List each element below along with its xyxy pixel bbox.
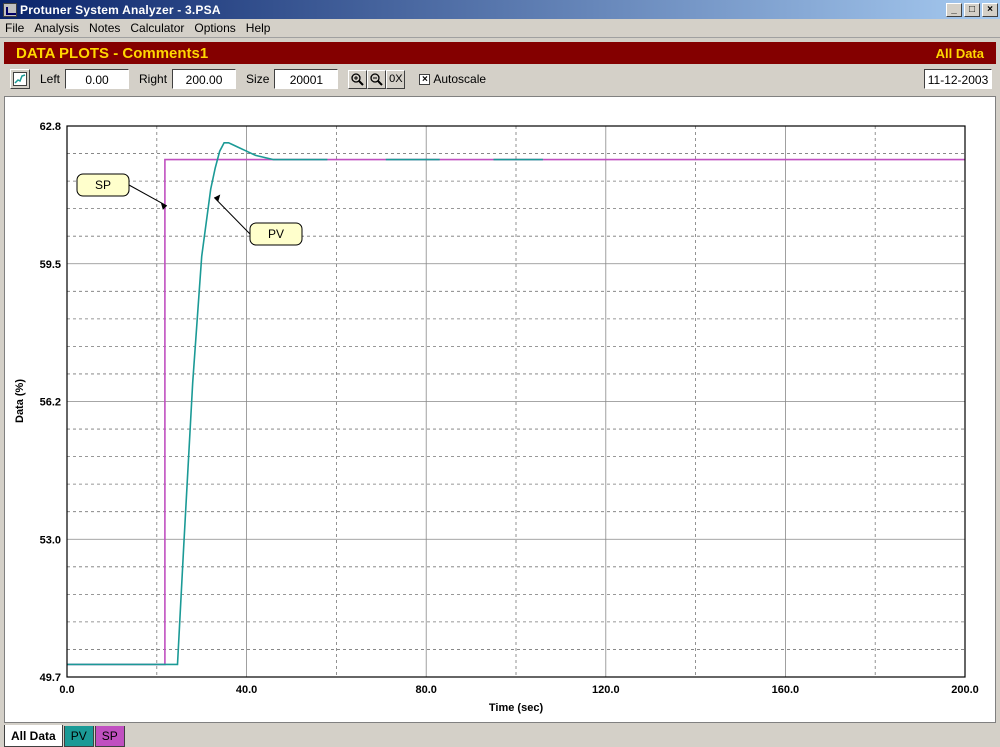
window-title: Protuner System Analyzer - 3.PSA: [20, 2, 221, 17]
right-input[interactable]: 200.00: [172, 69, 237, 89]
minimize-button[interactable]: _: [946, 2, 962, 17]
left-input[interactable]: 0.00: [65, 69, 130, 89]
series-line-pv: [67, 141, 328, 666]
menu-calculator[interactable]: Calculator: [125, 21, 189, 35]
y-tick-label: 53.0: [40, 534, 61, 546]
size-label: Size: [246, 72, 270, 86]
y-tick-label: 56.2: [40, 397, 61, 409]
annotation-leader: [213, 197, 251, 235]
plot-panel[interactable]: 0.0 40.0 80.0 120.0 160.0 200.0 49.7 53.0 56.2 59…: [4, 96, 996, 723]
annotation-arrowhead: [214, 194, 221, 202]
data-scope-label: All Data: [935, 45, 984, 61]
annotation-label-sp: SP: [95, 178, 111, 192]
annotation-leader: [128, 184, 168, 207]
plot-icon[interactable]: [10, 69, 30, 89]
window-titlebar: Protuner System Analyzer - 3.PSA _ □ ×: [0, 0, 1000, 19]
menu-help[interactable]: Help: [241, 21, 276, 35]
menu-notes[interactable]: Notes: [84, 21, 125, 35]
x-tick-label: 200.0: [951, 684, 979, 696]
date-display: 11-12-2003: [924, 69, 992, 89]
tab-pv[interactable]: PV: [63, 726, 94, 747]
menu-file[interactable]: File: [0, 21, 29, 35]
y-tick-label: 59.5: [40, 259, 61, 271]
close-button[interactable]: ×: [982, 2, 998, 17]
data-plot-chart[interactable]: 0.0 40.0 80.0 120.0 160.0 200.0 49.7 53.0 56.2 59…: [5, 97, 995, 722]
x-tick-label: 160.0: [772, 684, 800, 696]
plot-toolbar: Left 0.00 Right 200.00 Size 20001 0X × A…: [4, 66, 996, 92]
right-label: Right: [139, 72, 168, 86]
x-axis-label: Time (sec): [489, 702, 544, 714]
zoom-reset-button[interactable]: 0X: [386, 69, 406, 89]
menu-analysis[interactable]: Analysis: [29, 21, 84, 35]
maximize-button[interactable]: □: [964, 2, 980, 17]
autoscale-label: Autoscale: [433, 72, 487, 86]
x-tick-label: 40.0: [236, 684, 257, 696]
tab-all-data[interactable]: All Data: [4, 725, 63, 747]
y-tick-label: 62.8: [40, 121, 61, 133]
left-label: Left: [40, 72, 61, 86]
tab-sp[interactable]: SP: [94, 726, 125, 747]
size-input[interactable]: 20001: [274, 69, 339, 89]
x-tick-label: 0.0: [59, 684, 74, 696]
x-tick-label: 120.0: [592, 684, 620, 696]
annotation-label-pv: PV: [268, 227, 284, 241]
zoom-in-icon[interactable]: [348, 69, 368, 89]
x-tick-label: 80.0: [415, 684, 436, 696]
zoom-out-icon[interactable]: [367, 69, 387, 89]
menu-bar: File Analysis Notes Calculator Options H…: [0, 19, 1000, 38]
y-tick-label: 49.7: [40, 672, 61, 684]
menu-options[interactable]: Options: [189, 21, 240, 35]
app-icon: [3, 2, 17, 17]
y-axis-label: Data (%): [14, 379, 26, 423]
plot-header: DATA PLOTS - Comments1 All Data: [4, 42, 996, 64]
autoscale-checkbox[interactable]: ×: [419, 73, 431, 85]
series-tabs: All Data PV SP: [4, 725, 126, 747]
plot-title: DATA PLOTS - Comments1: [16, 44, 209, 62]
